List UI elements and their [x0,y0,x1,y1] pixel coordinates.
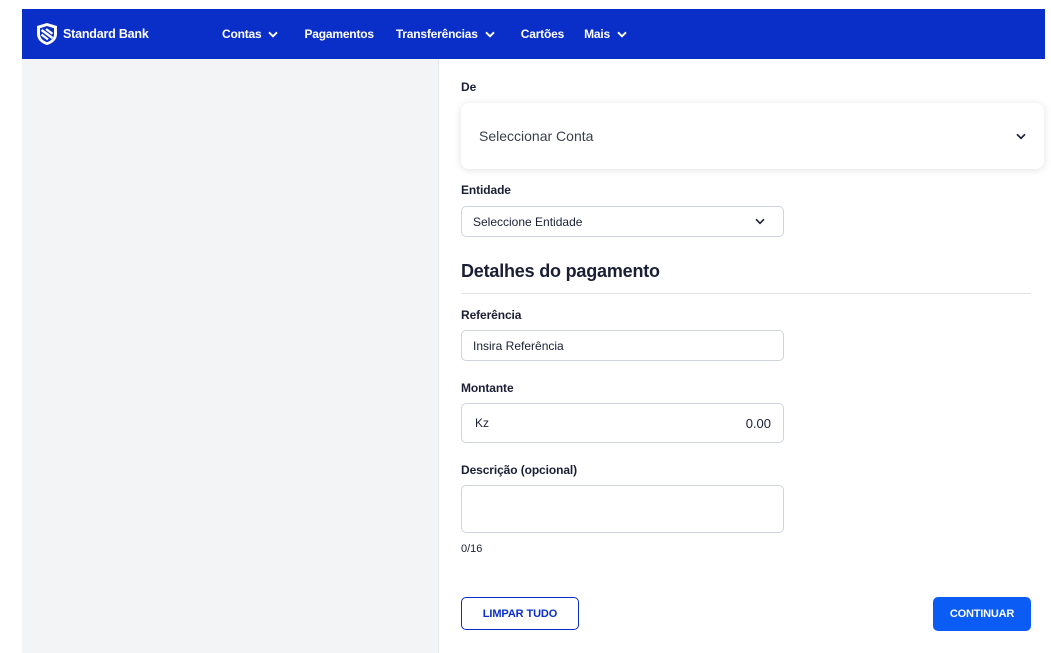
entity-select-value: Seleccione Entidade [473,214,583,229]
nav-item-label: Transferências [395,27,478,41]
nav-item-mais[interactable]: Mais [584,27,627,41]
chevron-down-icon [268,31,279,38]
brand[interactable]: Standard Bank [36,22,222,46]
account-select[interactable]: Seleccionar Conta [461,103,1044,169]
entity-select[interactable]: Seleccione Entidade [461,206,784,237]
from-label: De [461,80,477,94]
nav-item-label: Cartões [520,27,565,41]
shield-logo-icon [37,23,57,45]
nav-item-contas[interactable]: Contas [222,27,279,41]
reference-input[interactable] [461,330,784,361]
vertical-divider [438,59,439,653]
chevron-down-icon [617,31,627,38]
continue-button[interactable]: CONTINUAR [933,597,1031,631]
nav-item-cartoes[interactable]: Cartões [521,27,564,41]
amount-currency: Kz [475,416,490,430]
top-navigation-bar: Standard Bank Contas Pagamentos Transfer… [22,9,1045,59]
entity-label: Entidade [461,183,511,197]
reference-label: Referência [461,308,522,322]
left-panel [22,59,438,653]
nav-item-label: Contas [222,27,262,41]
nav-item-label: Mais [584,27,610,41]
nav-item-transferencias[interactable]: Transferências [396,27,495,41]
amount-label: Montante [461,381,514,395]
nav-item-pagamentos[interactable]: Pagamentos [304,27,374,41]
brand-name: Standard Bank [63,27,149,41]
amount-input[interactable] [651,415,771,431]
description-counter: 0/16 [461,543,483,555]
account-select-value: Seleccionar Conta [479,128,594,144]
main-nav: Contas Pagamentos Transferências Cartões… [222,27,627,41]
chevron-down-icon [755,218,765,225]
amount-field[interactable]: Kz [461,403,784,443]
chevron-down-icon [1016,133,1026,140]
section-title: Detalhes do pagamento [461,261,660,281]
chevron-down-icon [485,31,495,38]
nav-item-label: Pagamentos [304,27,374,41]
section-divider [461,293,1031,294]
clear-all-button[interactable]: LIMPAR TUDO [461,597,579,630]
description-label: Descrição (opcional) [461,463,578,477]
description-textarea[interactable] [461,485,784,533]
